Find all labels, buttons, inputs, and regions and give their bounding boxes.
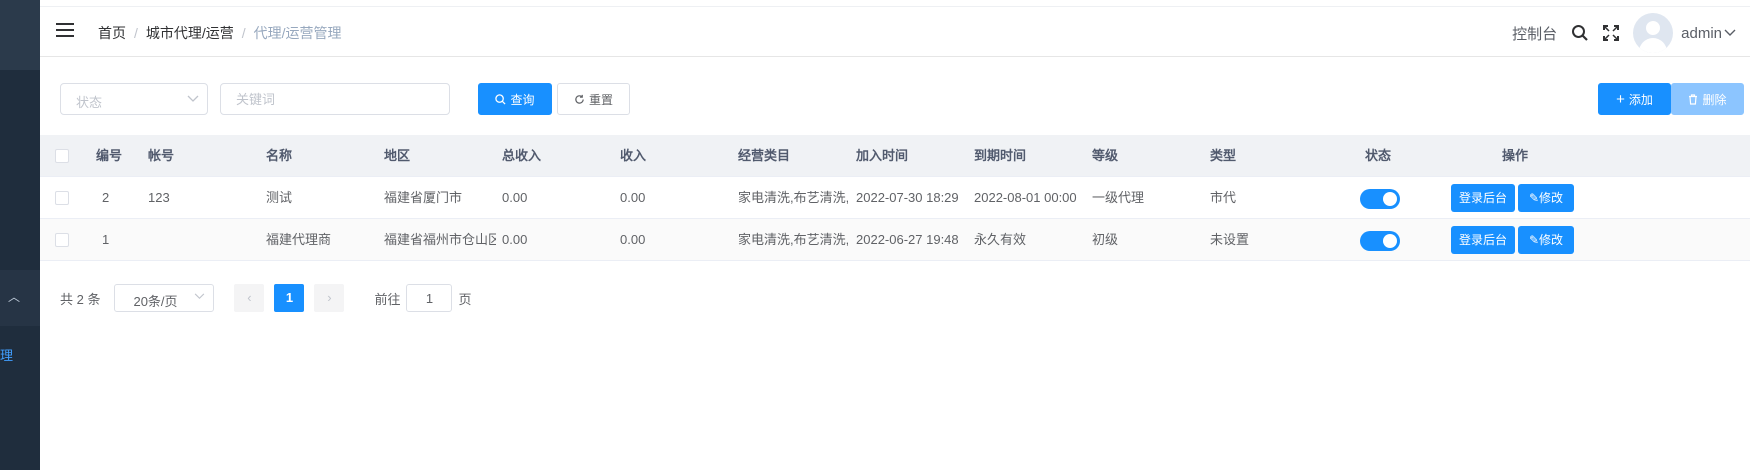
username[interactable]: admin: [1681, 25, 1722, 42]
navbar-right: 控制台 admin: [1512, 13, 1750, 53]
chevron-up-icon[interactable]: ︿: [8, 288, 20, 304]
page-number[interactable]: 1: [274, 284, 305, 312]
breadcrumb-current: 代理/运营管理: [253, 25, 342, 41]
cell-id: 2: [102, 190, 110, 205]
status-select-placeholder: 状态: [76, 95, 103, 110]
console-link[interactable]: 控制台: [1512, 23, 1557, 44]
col-region: 地区: [384, 148, 411, 163]
add-button[interactable]: + 添加: [1598, 83, 1671, 115]
cell-type: 市代: [1210, 190, 1237, 205]
chevron-down-icon: [194, 291, 205, 303]
cell-total-income: 0.00: [502, 190, 528, 205]
col-type: 类型: [1210, 148, 1237, 163]
cell-account: 123: [148, 190, 170, 205]
refresh-icon: [575, 94, 584, 104]
navbar: 首页 / 城市代理/运营 / 代理/运营管理 控制台 admin: [40, 7, 1750, 57]
keyword-input[interactable]: [220, 83, 450, 115]
edit-button-label: 修改: [1539, 233, 1564, 247]
cell-join-time: 2022-07-30 18:29: [856, 190, 959, 205]
prev-page-button[interactable]: ‹: [234, 284, 265, 312]
pagination-total: 共 2 条: [60, 291, 101, 307]
add-button-label: 添加: [1628, 92, 1653, 107]
cell-type: 未设置: [1210, 232, 1250, 247]
filter-toolbar: 状态 查询 重置 + 添加 删除: [60, 83, 1750, 115]
main-area: 首页 / 城市代理/运营 / 代理/运营管理 控制台 admin 状态 关键词 …: [40, 0, 1750, 470]
col-join-time: 加入时间: [856, 148, 909, 163]
page-size-value: 20条/页: [133, 294, 178, 309]
cell-category: 家电清洗,布艺清洗,消: [738, 190, 848, 205]
row-checkbox[interactable]: [55, 233, 69, 247]
search-button-label: 查询: [510, 92, 535, 107]
login-backend-button[interactable]: 登录后台: [1451, 226, 1515, 254]
table-row: 1 福建代理商 福建省福州市仓山区 0.00 0.00 家电清洗,布艺清洗,消 …: [40, 219, 1750, 261]
edit-button[interactable]: ✎修改: [1518, 226, 1574, 254]
plus-icon: +: [1616, 90, 1625, 108]
status-toggle[interactable]: [1360, 231, 1400, 251]
col-expire-time: 到期时间: [974, 148, 1027, 163]
page-size-select[interactable]: 20条/页: [114, 284, 215, 312]
next-page-button[interactable]: ›: [314, 284, 345, 312]
col-level: 等级: [1092, 148, 1119, 163]
status-toggle[interactable]: [1360, 189, 1400, 209]
cell-name: 福建代理商: [266, 232, 332, 247]
col-name: 名称: [266, 148, 293, 163]
cell-category: 家电清洗,布艺清洗,消: [738, 232, 848, 247]
chevron-down-icon[interactable]: [1724, 29, 1736, 37]
cell-id: 1: [102, 232, 110, 247]
reset-button-label: 重置: [588, 92, 613, 107]
trash-icon: [1689, 93, 1698, 105]
page-jump: 前往 页: [374, 284, 472, 312]
col-status: 状态: [1365, 148, 1392, 163]
cell-total-income: 0.00: [502, 232, 528, 247]
sidebar-logo-area: [0, 0, 40, 70]
goto-suffix: 页: [458, 291, 472, 307]
col-category: 经营类目: [738, 148, 791, 163]
row-checkbox[interactable]: [55, 191, 69, 205]
col-actions: 操作: [1502, 148, 1529, 163]
breadcrumb: 首页 / 城市代理/运营 / 代理/运营管理: [98, 25, 342, 41]
agent-table: 编号 帐号 名称 地区 总收入 收入 经营类目 加入时间 到期时间 等级 类型 …: [40, 135, 1750, 261]
search-icon: [495, 93, 507, 105]
status-select[interactable]: 状态: [60, 83, 208, 115]
cell-income: 0.00: [620, 232, 646, 247]
hamburger-icon[interactable]: [56, 23, 74, 39]
goto-page-input[interactable]: [406, 284, 453, 312]
delete-button[interactable]: 删除: [1671, 83, 1744, 115]
col-account: 帐号: [148, 148, 175, 163]
avatar[interactable]: [1633, 13, 1674, 53]
search-icon[interactable]: [1571, 24, 1589, 42]
fullscreen-icon[interactable]: [1603, 25, 1620, 41]
select-all-checkbox[interactable]: [55, 149, 69, 163]
chevron-down-icon: [187, 92, 199, 106]
cell-expire-time: 永久有效: [974, 232, 1027, 247]
cell-income: 0.00: [620, 190, 646, 205]
pagination: 共 2 条 20条/页 ‹ 1 › 前往 页: [60, 284, 472, 312]
edit-button[interactable]: ✎修改: [1518, 184, 1574, 212]
col-income: 收入: [620, 148, 647, 163]
col-id: 编号: [96, 148, 123, 163]
cell-level: 初级: [1092, 232, 1119, 247]
goto-prefix: 前往: [374, 291, 401, 307]
login-backend-button[interactable]: 登录后台: [1451, 184, 1515, 212]
sidebar-menu-group[interactable]: ︿: [0, 270, 40, 326]
breadcrumb-home[interactable]: 首页: [98, 25, 126, 41]
cell-region: 福建省厦门市: [384, 190, 463, 205]
col-total-income: 总收入: [502, 148, 542, 163]
search-button[interactable]: 查询: [478, 83, 552, 115]
table-row: 2 123 测试 福建省厦门市 0.00 0.00 家电清洗,布艺清洗,消 20…: [40, 177, 1750, 219]
cell-expire-time: 2022-08-01 00:00: [974, 190, 1077, 205]
cell-region: 福建省福州市仓山区: [384, 232, 496, 247]
delete-button-label: 删除: [1702, 92, 1727, 107]
edit-button-label: 修改: [1539, 191, 1564, 205]
cell-level: 一级代理: [1092, 190, 1145, 205]
reset-button[interactable]: 重置: [557, 83, 630, 115]
table-header: 编号 帐号 名称 地区 总收入 收入 经营类目 加入时间 到期时间 等级 类型 …: [40, 135, 1750, 177]
sidebar: ︿ 理: [0, 0, 40, 470]
sidebar-item-label[interactable]: 理: [0, 345, 13, 364]
cell-name: 测试: [266, 190, 293, 205]
breadcrumb-city-agent[interactable]: 城市代理/运营: [146, 25, 234, 41]
cell-join-time: 2022-06-27 19:48: [856, 232, 959, 247]
